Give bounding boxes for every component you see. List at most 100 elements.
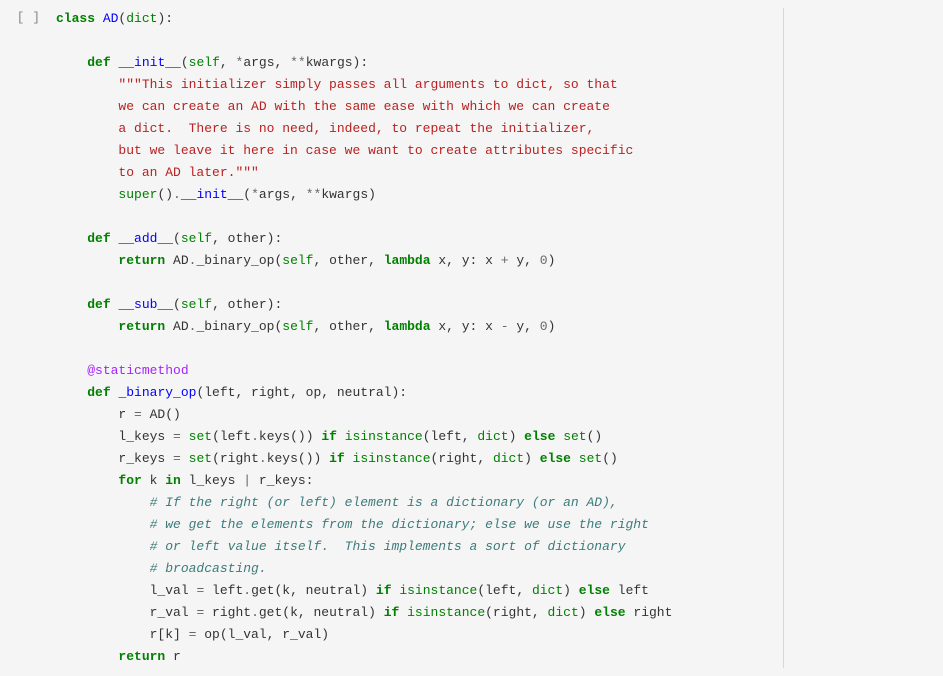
token-self: self (181, 297, 212, 312)
code-line: but we leave it here in case we want to … (56, 140, 939, 162)
token-p: ) (548, 319, 556, 334)
code-line: @staticmethod (56, 360, 939, 382)
token-n: (right, (485, 605, 547, 620)
token-o: ** (290, 55, 306, 70)
code-line: """This initializer simply passes all ar… (56, 74, 939, 96)
code-line: return r (56, 646, 939, 668)
token-k: else (540, 451, 579, 466)
token-p (56, 121, 118, 136)
token-bi: isinstance (345, 429, 423, 444)
token-n: l_keys (189, 473, 244, 488)
token-bi: dict (493, 451, 524, 466)
token-p: ): (157, 11, 173, 26)
token-o: = (173, 451, 181, 466)
token-n: keys()) (267, 451, 329, 466)
token-c: # we get the elements from the dictionar… (150, 517, 649, 532)
token-o: - (501, 319, 509, 334)
token-p: () (157, 187, 173, 202)
token-n: , other): (212, 231, 282, 246)
code-line: # we get the elements from the dictionar… (56, 514, 939, 536)
code-line: def __sub__(self, other): (56, 294, 939, 316)
token-n: l_val (56, 583, 196, 598)
token-p (56, 561, 150, 576)
token-n: (left (212, 429, 251, 444)
token-p: ( (173, 297, 181, 312)
code-line: r_keys = set(right.keys()) if isinstance… (56, 448, 939, 470)
code-line: # If the right (or left) element is a di… (56, 492, 939, 514)
token-s: to an AD later.""" (118, 165, 258, 180)
code-line (56, 30, 939, 52)
token-k: in (165, 473, 188, 488)
token-s: a dict. There is no need, indeed, to rep… (118, 121, 594, 136)
token-n: r (56, 407, 134, 422)
token-bi: isinstance (399, 583, 477, 598)
token-n: (left, (477, 583, 532, 598)
token-bi: dict (532, 583, 563, 598)
token-s: we can create an AD with the same ease w… (118, 99, 609, 114)
code-cell[interactable]: [ ] class AD(dict): def __init__(self, *… (0, 0, 943, 676)
token-dec: @staticmethod (87, 363, 188, 378)
token-k: class (56, 11, 103, 26)
token-num: 0 (540, 253, 548, 268)
code-line: r = AD() (56, 404, 939, 426)
token-o: = (173, 429, 181, 444)
token-n: get(k, neutral) (251, 583, 376, 598)
token-p: ( (243, 187, 251, 202)
code-editor[interactable]: class AD(dict): def __init__(self, *args… (50, 8, 939, 668)
code-line: # broadcasting. (56, 558, 939, 580)
token-o: . (173, 187, 181, 202)
token-n: (left, right, op, neutral): (196, 385, 407, 400)
token-n: keys()) (259, 429, 321, 444)
token-p: ) (563, 583, 579, 598)
token-p: ( (181, 55, 189, 70)
token-p (56, 231, 87, 246)
code-line: for k in l_keys | r_keys: (56, 470, 939, 492)
token-c: # or left value itself. This implements … (150, 539, 626, 554)
code-line: we can create an AD with the same ease w… (56, 96, 939, 118)
code-line (56, 206, 939, 228)
token-n: k (150, 473, 166, 488)
code-line (56, 272, 939, 294)
token-p (56, 253, 118, 268)
token-n: , other, (314, 253, 384, 268)
token-k: for (118, 473, 149, 488)
token-p (56, 319, 118, 334)
token-k: if (376, 583, 399, 598)
cell-prompt: [ ] (4, 8, 50, 668)
code-line: # or left value itself. This implements … (56, 536, 939, 558)
token-self: self (181, 231, 212, 246)
token-n: args, (259, 187, 306, 202)
token-n: r (173, 649, 181, 664)
token-k: else (579, 583, 618, 598)
token-n: r_keys: (251, 473, 313, 488)
token-p (56, 649, 118, 664)
token-p: ) (548, 253, 556, 268)
token-n: _binary_op( (196, 253, 282, 268)
token-self: self (189, 55, 220, 70)
token-p (56, 143, 118, 158)
token-c: # If the right (or left) element is a di… (150, 495, 618, 510)
token-k: lambda (384, 253, 439, 268)
code-line: r[k] = op(l_val, r_val) (56, 624, 939, 646)
token-bi: dict (477, 429, 508, 444)
token-p: ) (509, 429, 525, 444)
token-n: AD (173, 253, 189, 268)
token-fn: __init__ (118, 55, 180, 70)
token-p (56, 55, 87, 70)
token-o: . (251, 429, 259, 444)
token-n: (right (212, 451, 259, 466)
token-k: if (321, 429, 344, 444)
token-o: ** (306, 187, 322, 202)
code-line: r_val = right.get(k, neutral) if isinsta… (56, 602, 939, 624)
token-fn: _binary_op (118, 385, 196, 400)
code-line: l_keys = set(left.keys()) if isinstance(… (56, 426, 939, 448)
token-n: op(l_val, r_val) (196, 627, 329, 642)
token-n: r_keys (56, 451, 173, 466)
token-n (181, 451, 189, 466)
token-k: lambda (384, 319, 439, 334)
token-k: return (118, 649, 173, 664)
code-line: return AD._binary_op(self, other, lambda… (56, 250, 939, 272)
token-self: self (282, 253, 313, 268)
token-n: y, (509, 319, 540, 334)
token-p (56, 473, 118, 488)
